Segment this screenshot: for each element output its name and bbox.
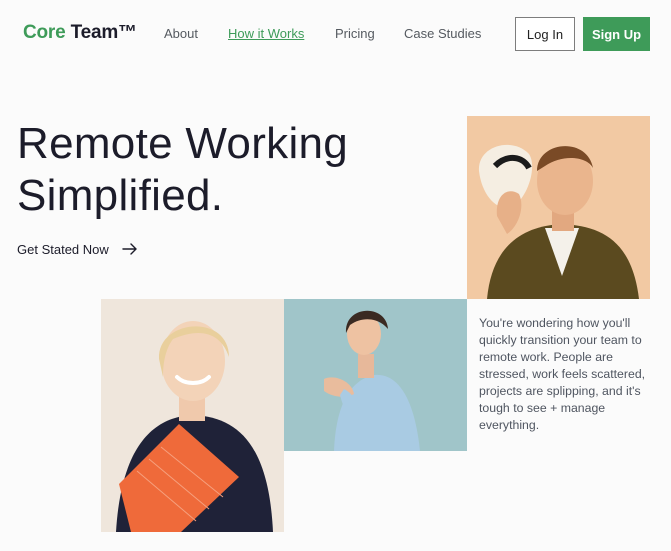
get-started-label: Get Stated Now [17,241,109,257]
signup-button[interactable]: Sign Up [583,17,650,51]
get-started-link[interactable]: Get Stated Now [17,241,138,257]
hero-headline: Remote Working Simplified. [17,118,348,222]
nav-link-pricing[interactable]: Pricing [335,26,375,41]
login-button[interactable]: Log In [515,17,575,51]
woman-pointing-photo [284,299,467,451]
arrow-right-icon [122,243,137,255]
hero-headline-line-2: Simplified. [17,171,224,220]
brand-logo-team: Team™ [70,22,137,43]
nav-link-case-studies[interactable]: Case Studies [404,26,481,41]
top-navigation: Core Team™ About How it Works Pricing Ca… [0,0,671,68]
hero-headline-line-1: Remote Working [17,119,349,168]
brand-logo-core: Core [23,22,66,43]
man-with-hat-photo [467,116,650,299]
hero-description: You're wondering how you'll quickly tran… [479,316,646,432]
brand-logo[interactable]: Core Team™ [23,22,137,44]
woman-with-folder-photo [101,299,284,532]
nav-link-how-it-works[interactable]: How it Works [228,26,304,41]
nav-link-about[interactable]: About [164,26,198,41]
